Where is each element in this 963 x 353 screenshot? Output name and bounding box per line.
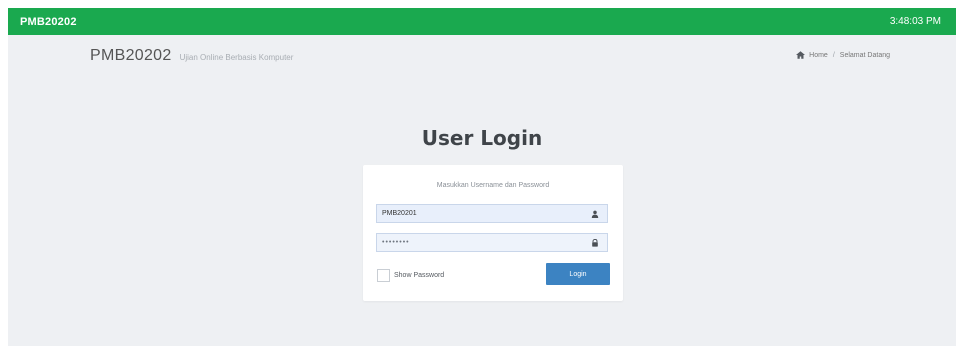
show-password-toggle[interactable]: Show Password xyxy=(377,269,444,282)
user-icon xyxy=(591,210,599,218)
login-instruction: Masukkan Username dan Password xyxy=(436,182,550,189)
home-icon[interactable] xyxy=(796,51,806,59)
app-subtitle: Ujian Online Berbasis Komputer xyxy=(179,53,294,62)
username-input[interactable]: PMB20201 xyxy=(376,204,608,223)
breadcrumb-current: Selamat Datang xyxy=(839,51,890,59)
page-header: PMB20202 Ujian Online Berbasis Komputer … xyxy=(8,35,956,77)
username-value[interactable]: PMB20201 xyxy=(382,210,591,217)
clock-time: 3:48:03 PM xyxy=(889,16,941,27)
top-bar: PMB20202 3:48:03 PM xyxy=(8,8,956,35)
password-input[interactable]: •••••••• xyxy=(376,233,608,252)
show-password-label: Show Password xyxy=(394,272,445,279)
app-title: PMB20202 xyxy=(90,47,172,64)
breadcrumb-separator: / xyxy=(832,51,835,59)
login-card: Masukkan Username dan Password PMB20201 … xyxy=(363,165,623,301)
brand-logo[interactable]: PMB20202 xyxy=(20,16,77,28)
breadcrumb-home-link[interactable]: Home xyxy=(809,52,828,59)
breadcrumb: Home / Selamat Datang xyxy=(796,51,890,59)
show-password-checkbox[interactable] xyxy=(377,269,390,282)
password-value[interactable]: •••••••• xyxy=(382,239,591,246)
login-heading: User Login xyxy=(421,126,543,150)
login-button[interactable]: Login xyxy=(546,263,610,285)
page-frame: PMB20202 3:48:03 PM PMB20202 Ujian Onlin… xyxy=(8,8,956,346)
lock-icon xyxy=(592,238,598,247)
